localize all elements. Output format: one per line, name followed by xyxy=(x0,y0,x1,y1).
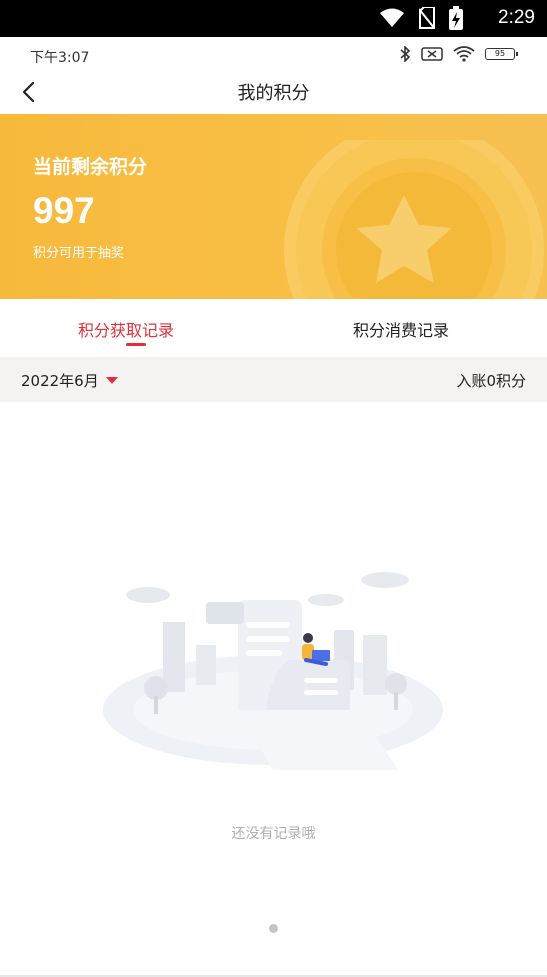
points-hint: 积分可用于抽奖 xyxy=(33,246,125,261)
points-value: 997 xyxy=(33,190,95,231)
active-tab-indicator xyxy=(126,343,146,346)
inner-status-bar: 下午3:07 95 xyxy=(0,37,547,73)
system-clock: 2:29 xyxy=(498,7,535,28)
inner-status-icons: 95 xyxy=(399,46,518,62)
bluetooth-icon xyxy=(400,46,411,62)
inner-clock: 下午3:07 xyxy=(30,50,90,66)
wifi-small-icon xyxy=(453,46,475,62)
empty-state-message: 还没有记录哦 xyxy=(231,826,316,842)
wifi-icon xyxy=(380,8,404,27)
empty-records-illustration xyxy=(103,572,443,770)
system-status-bar: 2:29 xyxy=(0,0,547,37)
record-tabs: 积分获取记录 积分消费记录 xyxy=(0,299,547,357)
caret-down-icon xyxy=(105,377,118,384)
points-label: 当前剩余积分 xyxy=(33,156,148,178)
month-selector[interactable]: 2022年6月 xyxy=(21,370,118,391)
star-coin-icon xyxy=(284,140,544,299)
month-filter-bar: 2022年6月 入账0积分 xyxy=(0,357,547,402)
tab-spent-records[interactable]: 积分消费记录 xyxy=(353,317,449,341)
month-label: 2022年6月 xyxy=(21,372,99,390)
page-title: 我的积分 xyxy=(237,83,310,104)
no-sim-small-icon xyxy=(421,47,443,61)
battery-level: 95 xyxy=(485,48,518,60)
system-status-icons xyxy=(379,6,463,30)
page-indicator-dot xyxy=(269,924,278,933)
nav-bar: 我的积分 xyxy=(0,73,547,113)
tab-earned-records[interactable]: 积分获取记录 xyxy=(78,317,174,341)
income-summary: 入账0积分 xyxy=(456,372,526,390)
battery-charging-icon xyxy=(449,6,463,30)
points-banner: 当前剩余积分 997 积分可用于抽奖 xyxy=(0,114,547,299)
no-sim-icon xyxy=(419,7,435,29)
